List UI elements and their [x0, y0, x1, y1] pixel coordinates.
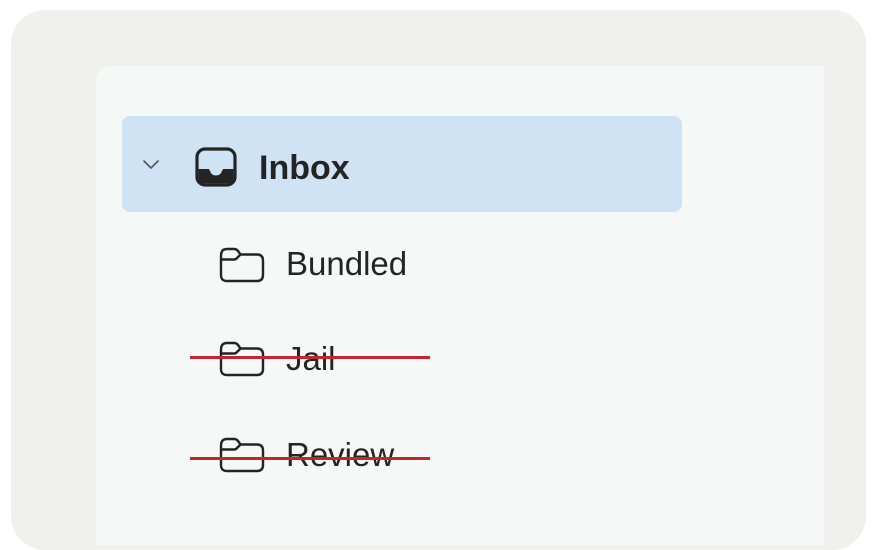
folder-label-bundled[interactable]: Bundled — [286, 242, 407, 286]
folder-label-review[interactable]: Review — [286, 433, 394, 477]
folder-icon — [219, 247, 265, 283]
chevron-down-icon[interactable] — [142, 155, 160, 173]
strikethrough-line — [190, 457, 430, 460]
inbox-icon — [195, 147, 237, 187]
folder-icon — [219, 341, 265, 377]
inbox-label: Inbox — [259, 149, 350, 187]
strikethrough-line — [190, 356, 430, 359]
folder-icon — [219, 437, 265, 473]
folder-label-jail[interactable]: Jail — [286, 337, 336, 381]
